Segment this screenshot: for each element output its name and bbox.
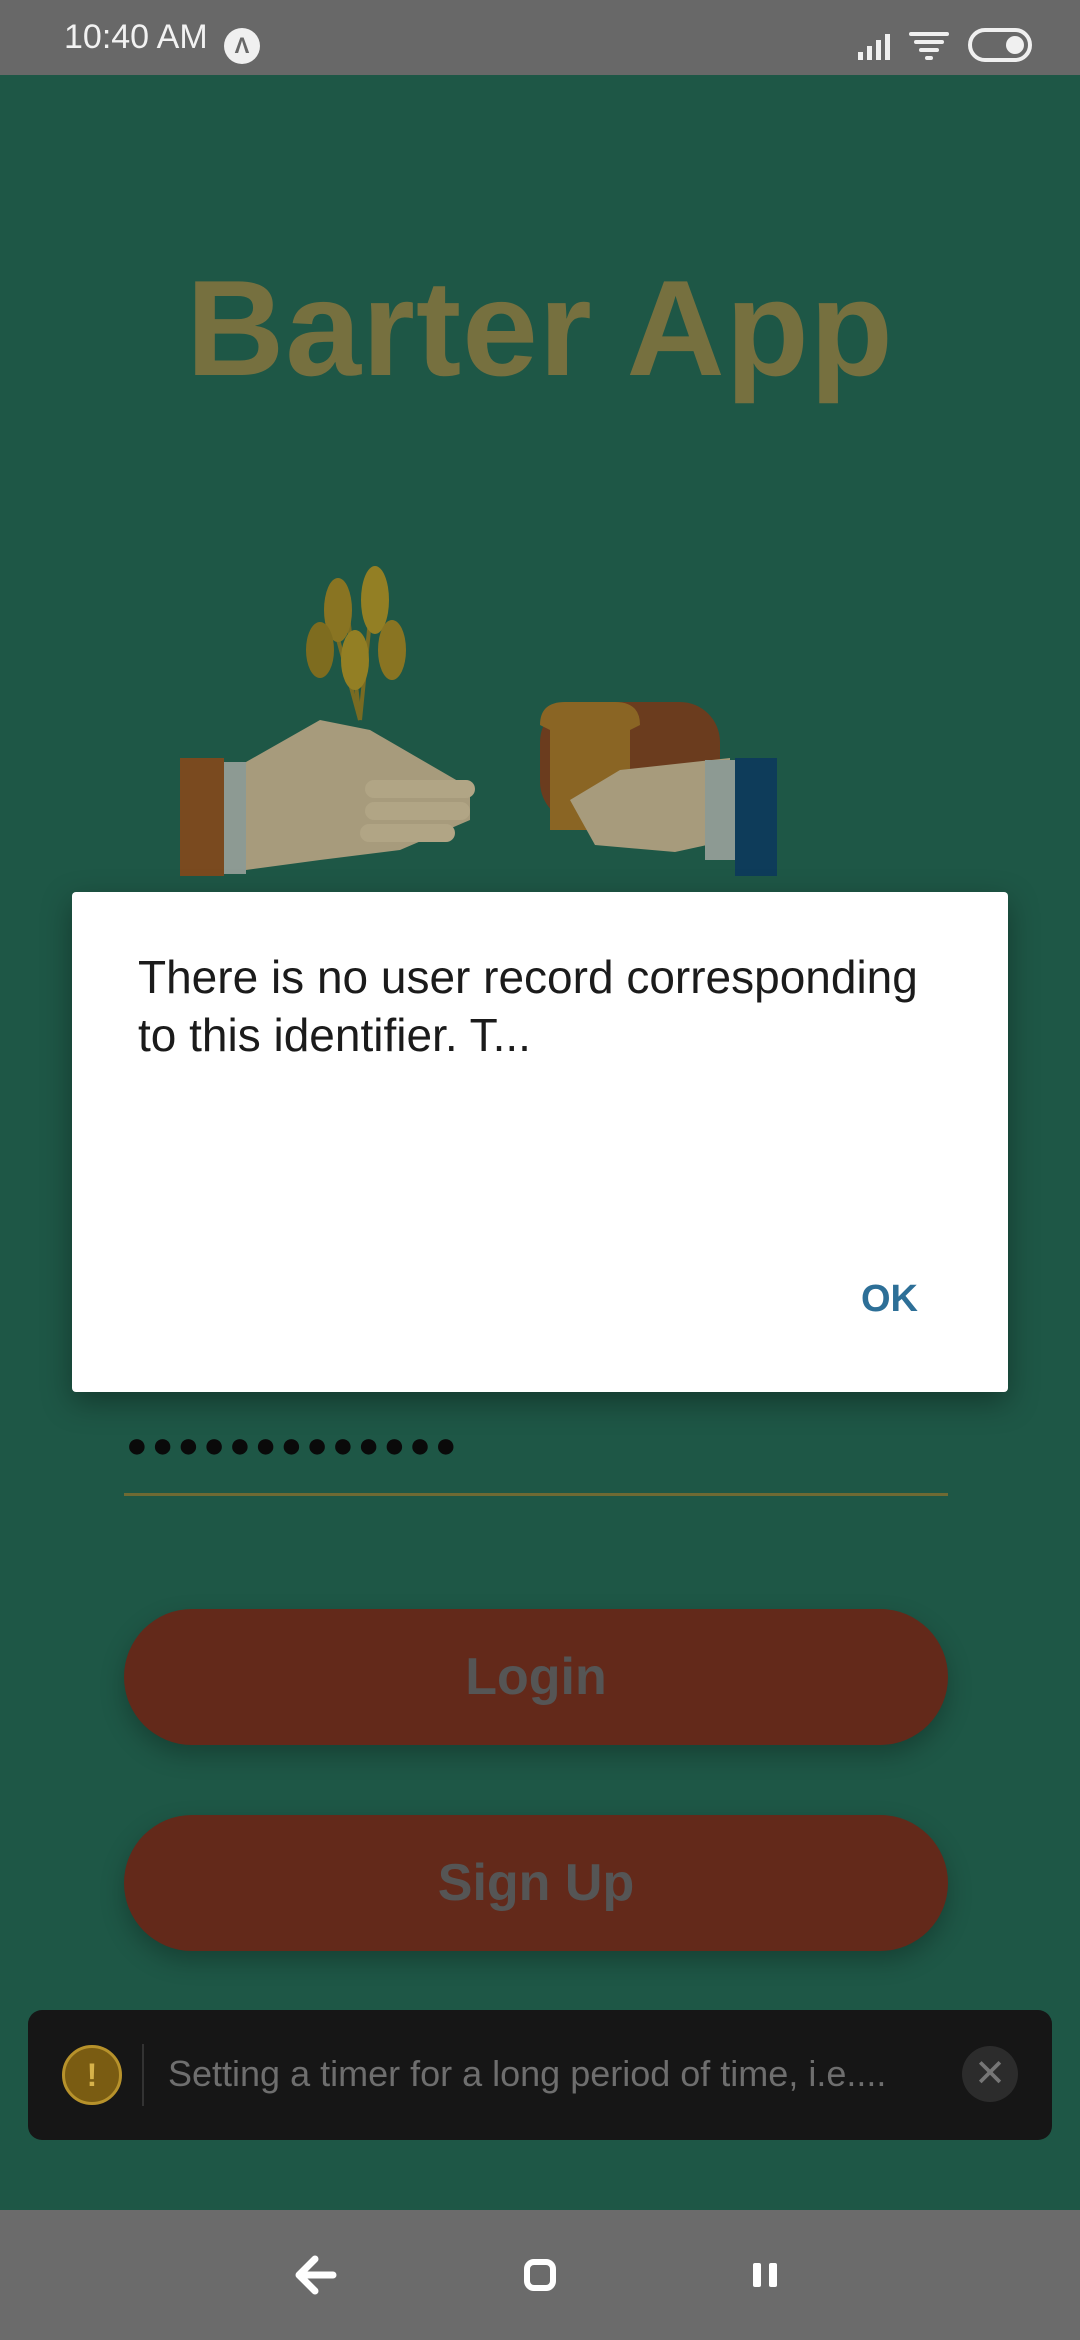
alert-dialog: There is no user record corresponding to… (72, 892, 1008, 1392)
recents-icon[interactable] (735, 2245, 795, 2305)
ok-button[interactable]: OK (861, 1278, 918, 1321)
close-icon[interactable]: ✕ (962, 2046, 1018, 2102)
password-underline (124, 1493, 948, 1496)
password-field[interactable]: ●●●●●●●●●●●●● (126, 1424, 461, 1466)
status-bar: 10:40 AM Λ (0, 0, 1080, 75)
toast-message[interactable]: Setting a timer for a long period of tim… (168, 2053, 968, 2095)
wifi-icon (908, 30, 950, 60)
app-title: Barter App (186, 252, 894, 404)
dialog-message: There is no user record corresponding to… (138, 951, 918, 1061)
toggle-icon (968, 28, 1032, 62)
signal-icon (858, 30, 890, 60)
warning-icon: ! (62, 2045, 122, 2105)
status-time: 10:40 AM (64, 18, 208, 56)
toast-divider (142, 2044, 144, 2106)
login-button[interactable]: Login (124, 1609, 948, 1745)
wheat-icon (306, 566, 406, 721)
app-notification-icon: Λ (224, 28, 260, 64)
back-icon[interactable] (285, 2245, 345, 2305)
signup-button[interactable]: Sign Up (124, 1815, 948, 1951)
warning-toast[interactable]: ! Setting a timer for a long period of t… (28, 2010, 1052, 2140)
navigation-bar (0, 2210, 1080, 2340)
status-icons (858, 28, 1032, 62)
left-hand-icon (180, 720, 475, 876)
barter-illustration (180, 566, 777, 876)
home-icon[interactable] (510, 2245, 570, 2305)
